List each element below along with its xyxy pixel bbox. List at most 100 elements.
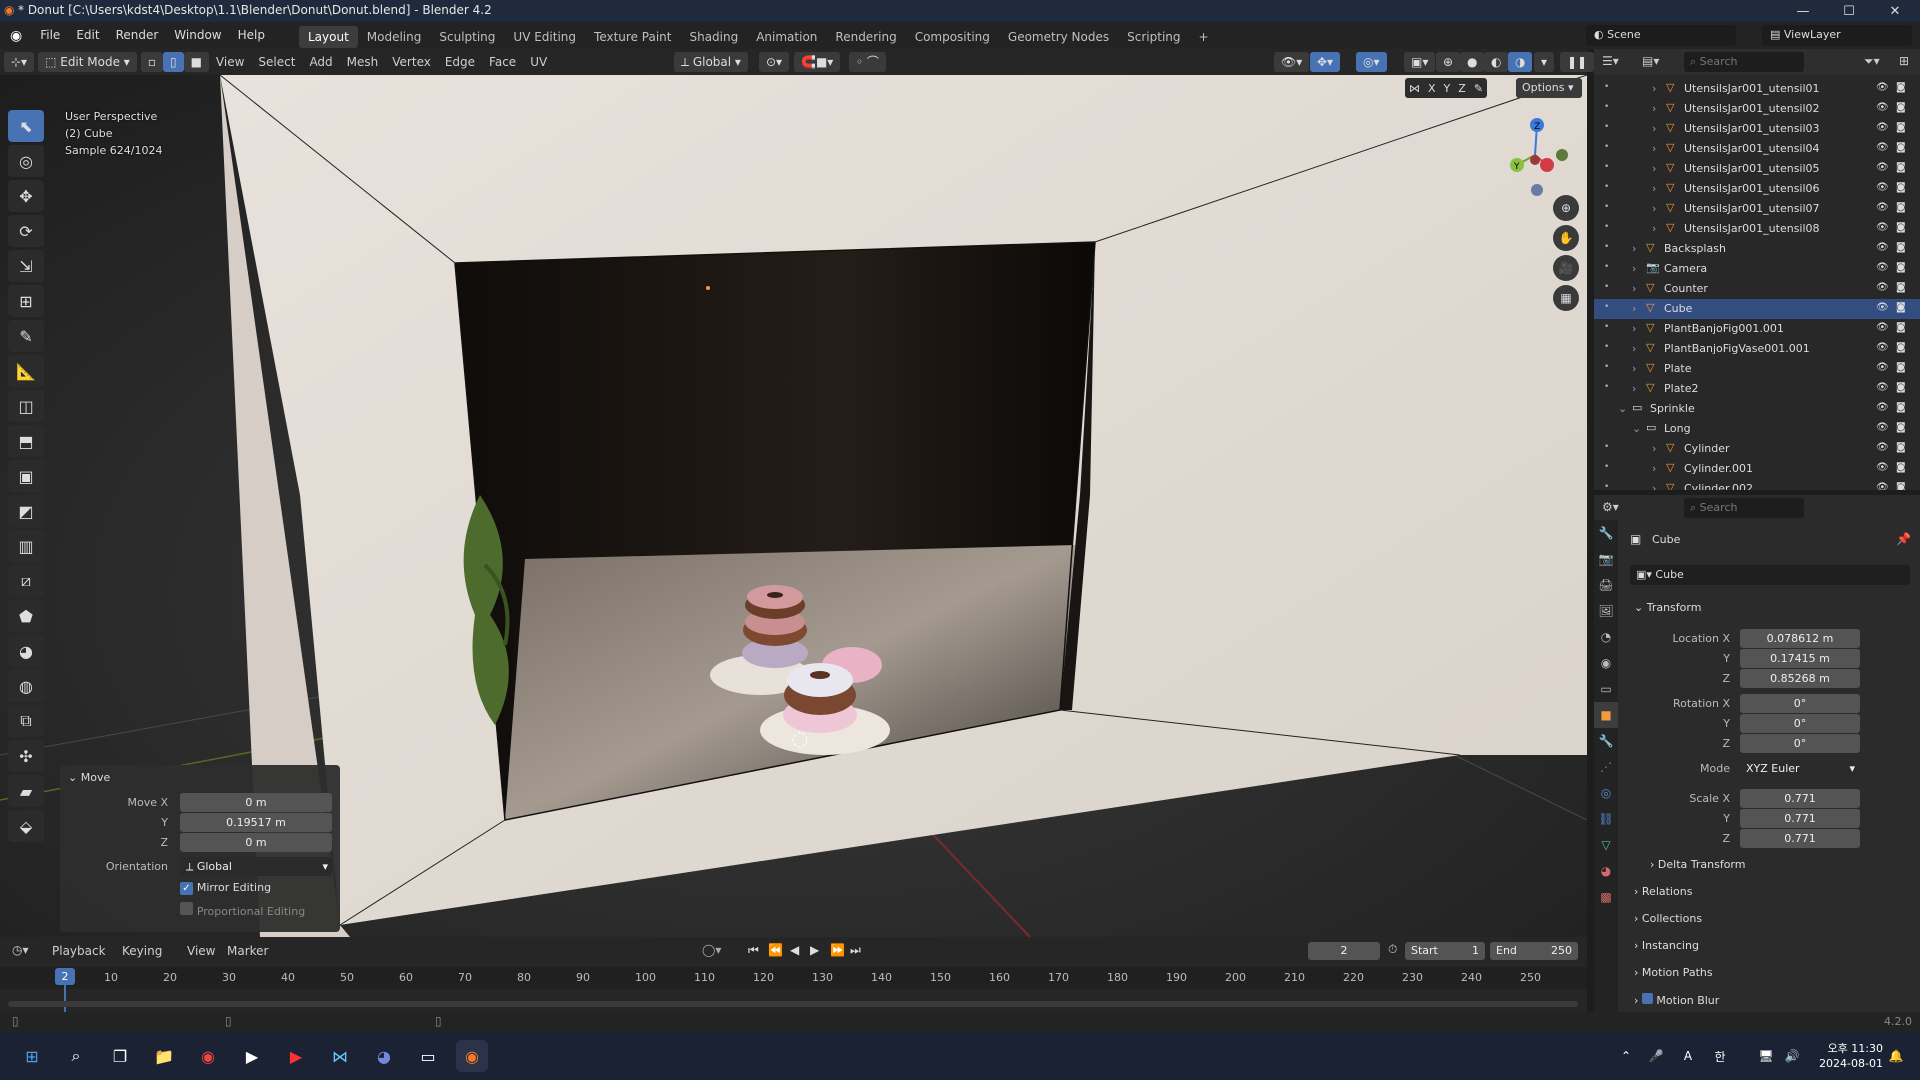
expand-arrow-icon[interactable]: › (1632, 302, 1636, 315)
ime-a-icon[interactable]: A (1672, 1040, 1704, 1072)
outliner-row[interactable]: • › ▽ Cylinder 👁 ◙ (1594, 439, 1920, 459)
outliner-row[interactable]: ⌄ ▭ Sprinkle 👁 ◙ (1594, 399, 1920, 419)
outliner-row[interactable]: • › ▽ Backsplash 👁 ◙ (1594, 239, 1920, 259)
gizmo-icon[interactable]: ✥▾ (1310, 52, 1341, 72)
eye-icon[interactable]: 👁 (1876, 162, 1889, 173)
motion-blur-section[interactable]: › Motion Blur (1634, 993, 1719, 1007)
vp-menu-face[interactable]: Face (482, 55, 523, 69)
annotate-tool-icon[interactable]: ✎ (8, 320, 44, 352)
edge-slide-tool-icon[interactable]: ⧉ (8, 705, 44, 737)
add-cube-tool-icon[interactable]: ◫ (8, 390, 44, 422)
eye-icon[interactable]: 👁 (1876, 422, 1889, 433)
texture-tab-icon[interactable]: ▩ (1594, 884, 1618, 910)
spin-tool-icon[interactable]: ◕ (8, 635, 44, 667)
measure-tool-icon[interactable]: 📐 (8, 355, 44, 387)
mirror-z-toggle[interactable]: Z (1458, 82, 1466, 95)
tray-chevron-icon[interactable]: ⌃ (1610, 1040, 1642, 1072)
microphone-icon[interactable]: 🎤 (1640, 1040, 1672, 1072)
render-camera-icon[interactable]: ◙ (1896, 402, 1906, 413)
expand-arrow-icon[interactable]: › (1652, 162, 1656, 175)
shear-tool-icon[interactable]: ▰ (8, 775, 44, 807)
scale-x-field[interactable]: 0.771 (1740, 789, 1860, 808)
eye-icon[interactable]: 👁 (1876, 362, 1889, 373)
rotation-x-field[interactable]: 0° (1740, 694, 1860, 713)
outliner-row[interactable]: • › ▽ UtensilsJar001_utensil08 👁 ◙ (1594, 219, 1920, 239)
eye-icon[interactable]: 👁 (1876, 122, 1889, 133)
tab-layout[interactable]: Layout (298, 25, 358, 48)
expand-arrow-icon[interactable]: › (1652, 202, 1656, 215)
search-icon[interactable]: ⌕ (60, 1040, 92, 1072)
render-camera-icon[interactable]: ◙ (1896, 322, 1906, 333)
start-frame-field[interactable]: Start 1 (1405, 942, 1485, 960)
location-x-field[interactable]: 0.078612 m (1740, 629, 1860, 648)
media-player-icon[interactable]: ▶ (236, 1040, 268, 1072)
camera-view-icon[interactable]: 🎥 (1553, 255, 1579, 281)
outliner-row[interactable]: • › ▽ Cylinder.002 👁 ◙ (1594, 479, 1920, 490)
eye-icon[interactable]: 👁 (1876, 302, 1889, 313)
visibility-icon[interactable]: 👁▾ (1274, 52, 1310, 72)
outliner-row[interactable]: • › ▽ Plate2 👁 ◙ (1594, 379, 1920, 399)
render-camera-icon[interactable]: ◙ (1896, 82, 1906, 93)
snap-icon[interactable]: 🧲■▾ (794, 52, 841, 72)
location-z-field[interactable]: 0.85268 m (1740, 669, 1860, 688)
loop-cut-tool-icon[interactable]: ▥ (8, 530, 44, 562)
render-camera-icon[interactable]: ◙ (1896, 242, 1906, 253)
expand-arrow-icon[interactable]: › (1632, 262, 1636, 275)
prev-keyframe-icon[interactable]: ⏪ (768, 943, 783, 957)
wireframe-shading-icon[interactable]: ⊕ (1436, 52, 1461, 72)
vp-menu-mesh[interactable]: Mesh (340, 55, 386, 69)
current-frame-indicator[interactable]: 2 (55, 968, 75, 985)
proportional-editing-checkbox[interactable] (180, 902, 193, 915)
menu-edit[interactable]: Edit (68, 22, 107, 49)
outliner-row[interactable]: • › ▽ Plate 👁 ◙ (1594, 359, 1920, 379)
render-camera-icon[interactable]: ◙ (1896, 362, 1906, 373)
render-camera-icon[interactable]: ◙ (1896, 442, 1906, 453)
clock-date[interactable]: 2024-08-01 (1808, 1057, 1883, 1070)
task-view-icon[interactable]: ❐ (104, 1040, 136, 1072)
capcut-icon[interactable]: ⋈ (324, 1040, 356, 1072)
eye-icon[interactable]: 👁 (1876, 382, 1889, 393)
expand-arrow-icon[interactable]: › (1652, 142, 1656, 155)
inset-tool-icon[interactable]: ▣ (8, 460, 44, 492)
select-mode-edge-icon[interactable]: ▯ (162, 52, 184, 72)
eye-icon[interactable]: 👁 (1876, 222, 1889, 233)
material-tab-icon[interactable]: ◕ (1594, 858, 1618, 884)
tab-modeling[interactable]: Modeling (358, 26, 431, 48)
outliner-row[interactable]: • › ▽ UtensilsJar001_utensil03 👁 ◙ (1594, 119, 1920, 139)
properties-editor-icon[interactable]: ⚙▾ (1602, 500, 1619, 514)
smooth-tool-icon[interactable]: ◍ (8, 670, 44, 702)
maximize-button[interactable]: ☐ (1826, 0, 1872, 22)
move-x-field[interactable]: 0 m (180, 793, 332, 812)
tab-shading[interactable]: Shading (680, 26, 747, 48)
orientation-dropdown[interactable]: ⟂ Global ▾ (180, 857, 332, 876)
material-shading-icon[interactable]: ◐ (1484, 52, 1509, 72)
volume-icon[interactable]: 🔊 (1776, 1040, 1808, 1072)
instancing-section[interactable]: › Instancing (1634, 939, 1699, 952)
render-camera-icon[interactable]: ◙ (1896, 162, 1906, 173)
extrude-tool-icon[interactable]: ⬒ (8, 425, 44, 457)
vp-menu-edge[interactable]: Edge (438, 55, 482, 69)
eye-icon[interactable]: 👁 (1876, 102, 1889, 113)
vp-menu-add[interactable]: Add (302, 55, 339, 69)
timeline-menu-view[interactable]: View (180, 944, 222, 958)
select-mode-face-icon[interactable]: ■ (183, 52, 209, 72)
outliner-row[interactable]: • › ▽ UtensilsJar001_utensil07 👁 ◙ (1594, 199, 1920, 219)
expand-arrow-icon[interactable]: › (1632, 322, 1636, 335)
pan-hand-icon[interactable]: ✋ (1553, 225, 1579, 251)
jump-start-icon[interactable]: ⏮ (748, 943, 759, 958)
outliner-row[interactable]: • › ▽ Cube 👁 ◙ (1594, 299, 1920, 319)
location-y-field[interactable]: 0.17415 m (1740, 649, 1860, 668)
shrink-fatten-tool-icon[interactable]: ✣ (8, 740, 44, 772)
youtube-music-icon[interactable]: ▶ (280, 1040, 312, 1072)
outliner-row[interactable]: • › 📷 Camera 👁 ◙ (1594, 259, 1920, 279)
eye-icon[interactable]: 👁 (1876, 262, 1889, 273)
cursor-tool-icon[interactable]: ◎ (8, 145, 44, 177)
ortho-toggle-icon[interactable]: ▦ (1553, 285, 1579, 311)
vp-menu-vertex[interactable]: Vertex (385, 55, 438, 69)
relations-section[interactable]: › Relations (1634, 885, 1692, 898)
motion-paths-section[interactable]: › Motion Paths (1634, 966, 1713, 979)
output-tab-icon[interactable]: 🖨 (1594, 572, 1618, 598)
add-workspace-button[interactable]: + (1190, 26, 1218, 48)
transform-tool-icon[interactable]: ⊞ (8, 285, 44, 317)
eye-icon[interactable]: 👁 (1876, 242, 1889, 253)
